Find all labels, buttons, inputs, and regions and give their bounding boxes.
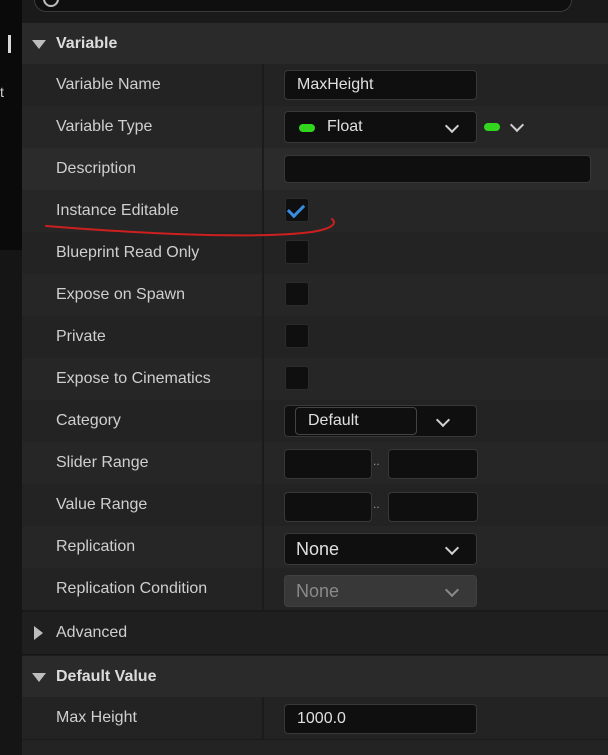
collapse-caret-icon[interactable] (32, 673, 46, 682)
value-range-min-input[interactable] (284, 492, 372, 522)
replication-value: None (296, 539, 340, 559)
expose-to-cinematics-checkbox[interactable] (285, 366, 309, 390)
replication-dropdown[interactable]: None (284, 533, 477, 565)
expose-on-spawn-checkbox[interactable] (285, 282, 309, 306)
default-value-section-header[interactable]: Default Value (22, 655, 608, 698)
range-separator: .. (373, 497, 380, 511)
variable-section-title: Variable (56, 35, 118, 52)
column-divider[interactable] (262, 697, 264, 739)
left-panel-glyph: t (0, 84, 4, 100)
category-combo[interactable]: Default (284, 405, 477, 437)
blueprint-read-only-label: Blueprint Read Only (56, 244, 200, 261)
collapse-caret-icon[interactable] (32, 40, 46, 49)
replication-condition-value: None (296, 581, 340, 601)
column-divider[interactable] (262, 148, 264, 190)
column-divider[interactable] (262, 526, 264, 568)
row-variable-name: Variable Name MaxHeight (22, 64, 608, 107)
column-divider[interactable] (262, 484, 264, 526)
replication-condition-dropdown: None (284, 575, 477, 607)
column-divider[interactable] (262, 568, 264, 610)
description-label: Description (56, 160, 137, 177)
range-separator: .. (373, 454, 380, 468)
replication-label: Replication (56, 538, 136, 555)
blueprint-read-only-checkbox[interactable] (285, 240, 309, 264)
column-divider[interactable] (262, 106, 264, 148)
column-divider[interactable] (262, 232, 264, 274)
chevron-down-icon (444, 540, 460, 556)
variable-name-label: Variable Name (56, 76, 161, 93)
slider-range-max-input[interactable] (388, 449, 478, 479)
column-divider[interactable] (262, 442, 264, 484)
advanced-label: Advanced (56, 624, 128, 641)
instance-editable-checkbox[interactable] (285, 198, 309, 222)
column-divider[interactable] (262, 316, 264, 358)
chevron-down-icon (444, 118, 460, 134)
advanced-expander[interactable]: Advanced (22, 612, 608, 655)
left-panel-dark-area (0, 0, 22, 250)
row-instance-editable: Instance Editable (22, 190, 608, 233)
max-height-label: Max Height (56, 709, 137, 726)
private-checkbox[interactable] (285, 324, 309, 348)
row-private: Private (22, 316, 608, 359)
chevron-down-icon (444, 582, 460, 598)
float-type-pill-icon (299, 124, 315, 132)
row-value-range: Value Range .. (22, 484, 608, 527)
variable-type-label: Variable Type (56, 118, 153, 135)
category-input[interactable]: Default (295, 407, 417, 435)
default-value-section-title: Default Value (56, 668, 157, 685)
details-search-input[interactable] (34, 0, 572, 12)
column-divider[interactable] (262, 274, 264, 316)
row-expose-to-cinematics: Expose to Cinematics (22, 358, 608, 401)
expose-on-spawn-label: Expose on Spawn (56, 286, 185, 303)
variable-type-value: Float (327, 118, 363, 135)
category-label: Category (56, 412, 121, 429)
replication-condition-label: Replication Condition (56, 580, 208, 597)
slider-range-min-input[interactable] (284, 449, 372, 479)
description-input[interactable] (284, 155, 591, 183)
variable-name-input[interactable]: MaxHeight (284, 70, 477, 100)
search-icon (43, 0, 59, 7)
variable-section-header[interactable]: Variable (22, 22, 608, 65)
chevron-down-icon (509, 117, 525, 133)
column-divider[interactable] (262, 400, 264, 442)
row-replication-condition: Replication Condition None (22, 568, 608, 611)
row-variable-type: Variable Type Float (22, 106, 608, 149)
value-range-max-input[interactable] (388, 492, 478, 522)
row-expose-on-spawn: Expose on Spawn (22, 274, 608, 317)
column-divider[interactable] (262, 64, 264, 106)
row-max-height: Max Height 1000.0 (22, 697, 608, 740)
variable-type-dropdown[interactable]: Float (284, 111, 477, 143)
chevron-down-icon[interactable] (435, 412, 451, 428)
row-slider-range: Slider Range .. (22, 442, 608, 485)
expand-caret-icon[interactable] (34, 626, 43, 640)
max-height-input[interactable]: 1000.0 (284, 704, 477, 734)
row-blueprint-read-only: Blueprint Read Only (22, 232, 608, 275)
container-type-dropdown[interactable] (484, 117, 528, 136)
row-continuation (22, 740, 608, 755)
instance-editable-label: Instance Editable (56, 202, 179, 219)
column-divider[interactable] (262, 358, 264, 400)
left-panel-marker (8, 35, 11, 53)
checkmark-icon (286, 199, 306, 219)
row-replication: Replication None (22, 526, 608, 569)
left-panel-edge: t (0, 0, 23, 755)
row-description: Description (22, 148, 608, 191)
value-range-label: Value Range (56, 496, 148, 513)
private-label: Private (56, 328, 106, 345)
float-type-pill-icon (484, 123, 500, 131)
row-category: Category Default (22, 400, 608, 443)
column-divider[interactable] (262, 190, 264, 232)
slider-range-label: Slider Range (56, 454, 149, 471)
expose-to-cinematics-label: Expose to Cinematics (56, 370, 211, 387)
